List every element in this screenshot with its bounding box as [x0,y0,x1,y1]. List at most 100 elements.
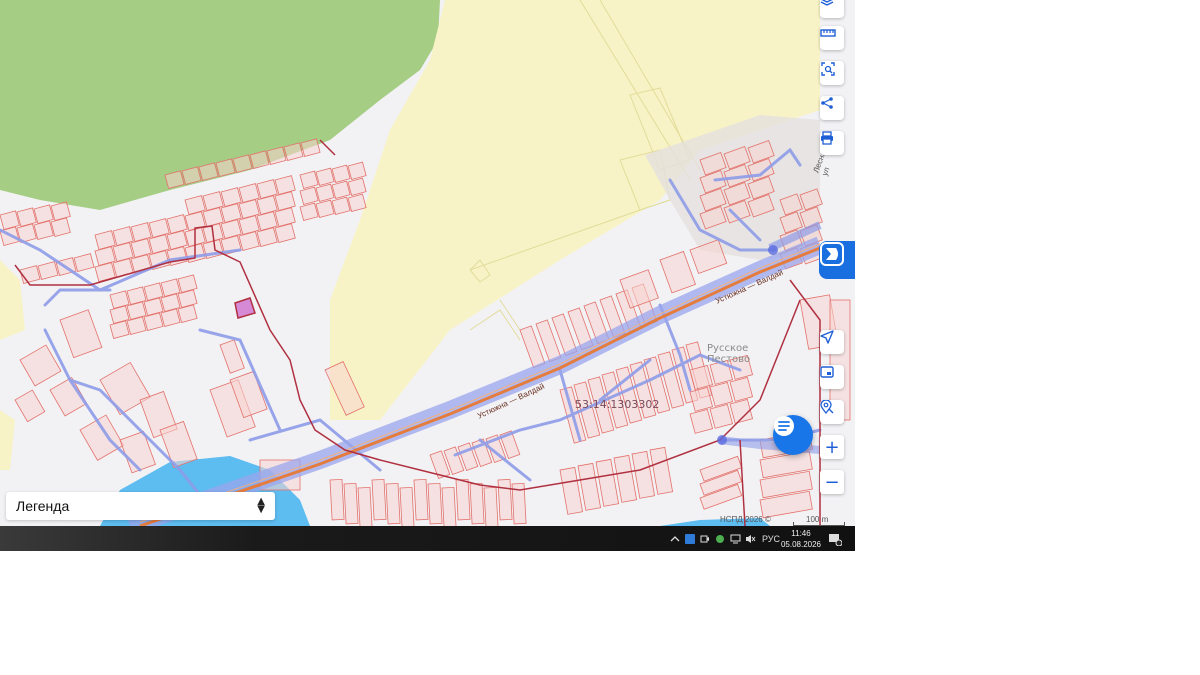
print-icon [821,131,833,145]
cadastral-number-label: 53:14:1303302 [575,398,660,411]
layers-button[interactable] [820,0,844,18]
network-tray-icon[interactable] [730,526,741,551]
cadastral-parcel [274,191,296,211]
cadastral-parcel [709,381,734,407]
cadastral-parcel [256,211,278,231]
cadastral-parcel [331,164,351,184]
cadastral-parcel [143,312,164,332]
notification-count: 1 [836,534,840,542]
cadastral-parcel [130,238,152,258]
locality-label-line1: Русское [707,343,749,354]
map-view[interactable]: 53:14:1303302 Русское Пестово Устюжна — … [0,0,855,526]
ruler-icon [820,29,836,37]
locality-label-line2: Пестово [707,354,751,365]
clock-date: 05.08.2026 [780,540,822,549]
tray-chevron-icon[interactable] [670,526,680,551]
cadastral-parcel [238,231,260,251]
cadastral-parcel [274,223,296,243]
picture-in-picture-button[interactable] [820,365,844,389]
app-tray-icon[interactable] [685,526,695,551]
cadastral-parcel [177,289,198,309]
cadastral-parcel [177,274,198,294]
camera-tray-icon[interactable] [700,526,710,551]
clock-time: 11:46 [791,529,811,538]
cadastral-parcel [143,297,164,317]
cadastral-parcel [220,187,242,207]
cadastral-parcel [220,203,242,223]
cadastral-parcel [357,486,373,526]
security-tray-icon[interactable] [715,526,725,551]
map-canvas[interactable] [0,0,855,526]
locality-label: Русское Пестово [707,343,750,365]
picture-in-picture-icon [820,366,834,378]
print-button[interactable] [820,131,844,155]
zoom-out-button[interactable]: − [820,470,844,494]
cadastral-parcel [59,309,103,359]
screen: 53:14:1303302 Русское Пестово Устюжна — … [0,0,1200,675]
share-icon [821,97,833,109]
chat-icon [774,416,794,436]
cadastral-parcel [238,183,260,203]
cadastral-parcel [413,478,429,521]
cadastral-parcel [315,183,335,203]
taskbar: РУС 1 [0,526,855,551]
location-search-button[interactable] [820,400,844,424]
cadastral-parcel [37,261,59,281]
cadastral-parcel [331,196,351,216]
cadastral-parcel [455,478,471,521]
cadastral-parcel [94,246,116,266]
cadastral-parcel [202,191,224,211]
nspd-logo-icon [820,242,844,266]
share-button[interactable] [820,96,844,120]
cadastral-parcel [126,286,147,306]
ruler-button[interactable] [820,26,844,50]
cadastral-parcel [469,482,485,525]
language-indicator[interactable]: РУС [762,526,780,551]
cadastral-parcel [689,408,714,434]
cadastral-parcel [16,207,37,227]
cadastral-parcel [112,258,134,278]
chevron-updown-icon: ▲ ▼ [257,496,265,515]
cadastral-parcel [33,220,54,240]
cadastral-parcel [299,202,319,222]
cadastral-parcel [109,305,130,325]
zoom-in-button[interactable]: + [820,435,844,459]
cadastral-parcel [112,242,134,262]
cadastral-parcel [148,234,170,254]
navigate-icon [820,330,834,344]
cadastral-parcel [130,222,152,242]
nspd-logo-button[interactable] [819,241,855,279]
cadastral-parcel [274,175,296,195]
cadastral-parcel [343,482,359,525]
area-select-icon [821,62,835,76]
cadastral-parcel [160,293,181,313]
cadastral-parcel [126,301,147,321]
legend-dropdown[interactable]: Легенда ▲ ▼ [6,492,275,520]
chat-button[interactable] [773,415,813,455]
cadastral-parcel [347,161,367,181]
cadastral-parcel [347,193,367,213]
cadastral-parcel [331,180,351,200]
clock[interactable]: 11:46 05.08.2026 [780,526,822,551]
cadastral-parcel [274,207,296,227]
volume-muted-icon[interactable] [745,526,756,551]
cadastral-parcel [0,210,20,230]
cadastral-parcel [315,167,335,187]
cadastral-parcel [238,215,260,235]
cadastral-parcel [33,204,54,224]
navigate-button[interactable] [820,330,844,354]
cadastral-parcel [709,403,734,429]
cadastral-parcel [14,389,46,423]
cadastral-parcel [329,478,345,521]
cadastral-parcel [202,207,224,227]
cadastral-parcel [166,230,188,250]
cadastral-parcel [109,290,130,310]
cadastral-parcel [347,177,367,197]
selected-parcel [234,297,256,319]
cadastral-parcel [50,217,71,237]
cadastral-parcel [177,304,198,324]
layers-icon [820,0,834,6]
cadastral-parcel [73,253,95,273]
cadastral-parcel [427,482,443,525]
area-select-button[interactable] [820,61,844,85]
